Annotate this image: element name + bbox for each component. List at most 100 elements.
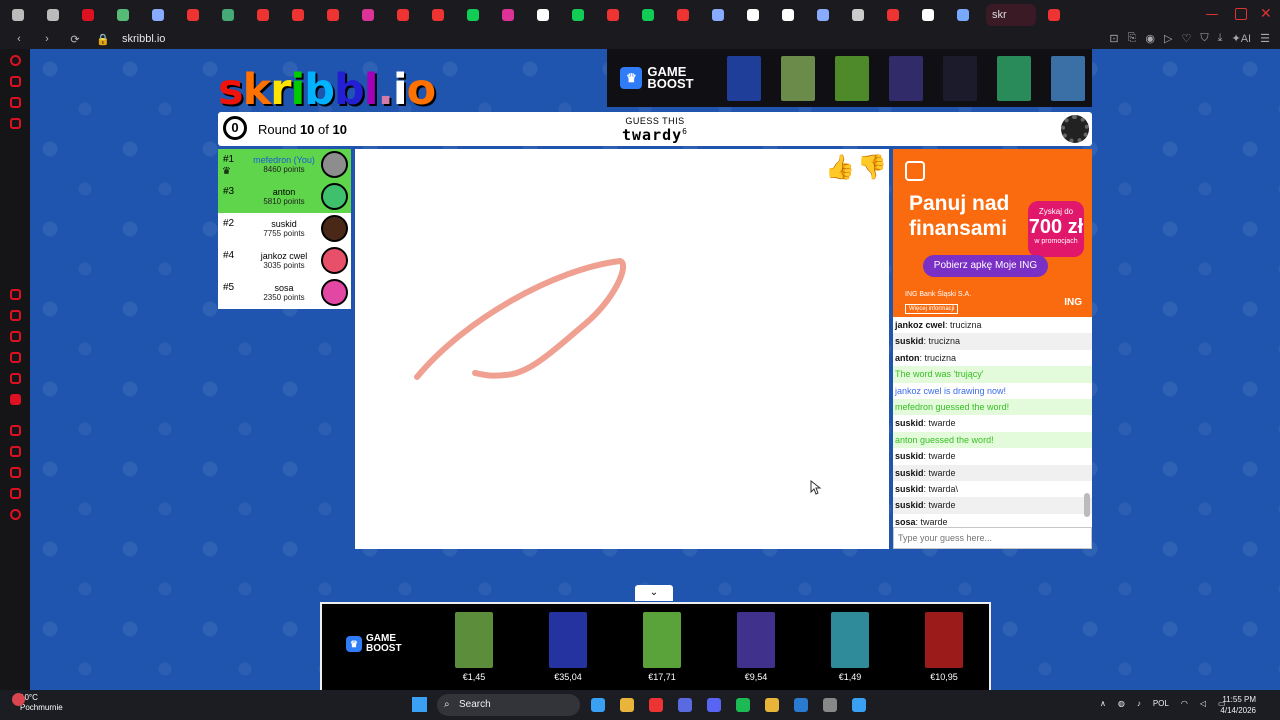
reload-icon[interactable]: ⟳	[66, 33, 84, 46]
sidebar-tab-icon[interactable]	[9, 76, 21, 87]
browser-tab[interactable]	[420, 0, 455, 29]
heart-icon[interactable]: ♡	[1182, 32, 1192, 45]
sidebar-app-icon[interactable]	[9, 352, 21, 363]
player-row[interactable]: #4 jankoz cwel 3035 points	[218, 245, 351, 277]
taskbar-app-icon[interactable]	[591, 698, 605, 712]
taskbar-app-icon[interactable]	[736, 698, 750, 712]
browser-tab[interactable]	[175, 0, 210, 29]
player-row[interactable]: #1 mefedron (You) 8460 points ♛	[218, 149, 351, 181]
forward-icon[interactable]: ›	[38, 33, 56, 45]
screenshot-icon[interactable]: ⎘	[1128, 32, 1137, 45]
taskbar-app-icon[interactable]	[823, 698, 837, 712]
back-icon[interactable]: ‹	[10, 33, 28, 45]
download-icon[interactable]: ⤓	[1218, 32, 1223, 45]
taskbar-app-icon[interactable]	[852, 698, 866, 712]
browser-tab[interactable]	[1036, 0, 1071, 29]
sidebar-app-icon[interactable]	[9, 373, 21, 384]
browser-tab[interactable]	[665, 0, 700, 29]
game-thumbnail[interactable]	[737, 612, 775, 668]
clock[interactable]: 11:55 PM 4/14/2026	[1220, 694, 1256, 716]
skribbl-logo[interactable]: skribbl.io	[218, 65, 436, 115]
bottom-ad-banner[interactable]: ♛ GAME BOOST €1,45 €35,04 €17,71 €9,54 €1,49 €…	[320, 602, 991, 690]
tray-chevron-icon[interactable]: ∧	[1100, 699, 1106, 708]
browser-tab[interactable]	[840, 0, 875, 29]
tray-app-icon[interactable]: ◍	[1118, 699, 1125, 708]
game-thumbnail[interactable]	[549, 612, 587, 668]
pin-icon[interactable]: ⊡	[1109, 32, 1118, 45]
taskbar-app-icon[interactable]	[765, 698, 779, 712]
close-icon[interactable]: ✕	[1260, 5, 1272, 21]
volume-icon[interactable]: ◁	[1200, 699, 1206, 708]
browser-tab[interactable]	[770, 0, 805, 29]
windows-start-icon[interactable]	[412, 697, 427, 712]
browser-tab[interactable]	[630, 0, 665, 29]
browser-tab[interactable]	[595, 0, 630, 29]
taskbar-app-icon[interactable]	[620, 698, 634, 712]
browser-tab[interactable]	[525, 0, 560, 29]
browser-tab[interactable]	[910, 0, 945, 29]
browser-tab[interactable]	[350, 0, 385, 29]
wifi-icon[interactable]: ◠	[1181, 699, 1188, 708]
thumbs-down-icon[interactable]: 👎	[857, 153, 887, 183]
browser-tab[interactable]	[875, 0, 910, 29]
ad-info-button[interactable]: Więcej informacji	[905, 304, 959, 314]
sidebar-app-icon[interactable]	[9, 331, 21, 342]
browser-tab[interactable]	[0, 0, 35, 29]
game-thumbnail[interactable]	[781, 55, 815, 101]
game-thumbnail[interactable]	[889, 55, 923, 101]
browser-tab[interactable]	[945, 0, 980, 29]
browser-tab[interactable]	[455, 0, 490, 29]
taskbar-app-icon[interactable]	[649, 698, 663, 712]
browser-tab[interactable]	[735, 0, 770, 29]
player-row[interactable]: #2 suskid 7755 points	[218, 213, 351, 245]
top-ad-banner[interactable]: ♛ GAME BOOST	[607, 49, 1092, 107]
browser-tab[interactable]	[805, 0, 840, 29]
scroll-thumb[interactable]	[1084, 493, 1090, 517]
game-thumbnail[interactable]	[925, 612, 963, 668]
player-row[interactable]: #3 anton 5810 points	[218, 181, 351, 213]
chat-scrollbar[interactable]	[1084, 319, 1090, 519]
browser-tab[interactable]	[105, 0, 140, 29]
menu-icon[interactable]: ☰	[1260, 32, 1270, 45]
game-thumbnail[interactable]	[643, 612, 681, 668]
shield-icon[interactable]: ⛉	[1200, 32, 1208, 45]
active-tab[interactable]: skr	[986, 3, 1036, 26]
maximize-icon[interactable]	[1235, 8, 1247, 20]
gameboost-logo-bottom[interactable]: ♛ GAME BOOST	[346, 634, 402, 654]
browser-tab[interactable]	[280, 0, 315, 29]
sidebar-app-icon[interactable]	[9, 446, 21, 457]
minimize-icon[interactable]	[1206, 14, 1218, 15]
game-thumbnail[interactable]	[997, 55, 1031, 101]
sidebar-app-icon[interactable]	[9, 310, 21, 321]
game-thumbnail[interactable]	[727, 55, 761, 101]
ing-ad[interactable]: Panuj nad finansami Zyskaj do 700 zł w pr…	[893, 149, 1092, 317]
gameboost-logo[interactable]: ♛ GAME BOOST	[607, 49, 707, 107]
settings-icon[interactable]	[9, 509, 21, 520]
browser-tab[interactable]	[70, 0, 105, 29]
taskbar-app-icon[interactable]	[678, 698, 692, 712]
game-thumbnail[interactable]	[835, 55, 869, 101]
browser-tab[interactable]	[385, 0, 420, 29]
collapse-ad-button[interactable]: ⌄	[635, 585, 673, 601]
guess-input[interactable]	[893, 527, 1092, 549]
taskbar-app-icon[interactable]	[794, 698, 808, 712]
browser-tab[interactable]	[700, 0, 735, 29]
browser-tab[interactable]	[560, 0, 595, 29]
thumbs-up-icon[interactable]: 👍	[825, 153, 855, 183]
url-text[interactable]: skribbl.io	[122, 33, 165, 45]
language-indicator[interactable]: POL	[1153, 699, 1169, 708]
game-thumbnail[interactable]	[455, 612, 493, 668]
camera-icon[interactable]: ◉	[1145, 32, 1155, 45]
opera-logo-icon[interactable]	[9, 55, 21, 66]
game-thumbnail[interactable]	[943, 55, 977, 101]
settings-gear-icon[interactable]	[1061, 115, 1089, 143]
browser-tab[interactable]	[35, 0, 70, 29]
twitch-icon[interactable]	[9, 394, 21, 405]
browser-tab[interactable]	[490, 0, 525, 29]
sidebar-app-icon[interactable]	[9, 467, 21, 478]
mic-icon[interactable]: ♪	[1137, 699, 1141, 708]
weather-widget[interactable]: 10°C Pochmurnie	[12, 693, 63, 713]
play-icon[interactable]: ▷	[1164, 32, 1172, 45]
taskbar-search[interactable]: ⌕ Search	[437, 694, 580, 716]
taskbar-app-icon[interactable]	[707, 698, 721, 712]
